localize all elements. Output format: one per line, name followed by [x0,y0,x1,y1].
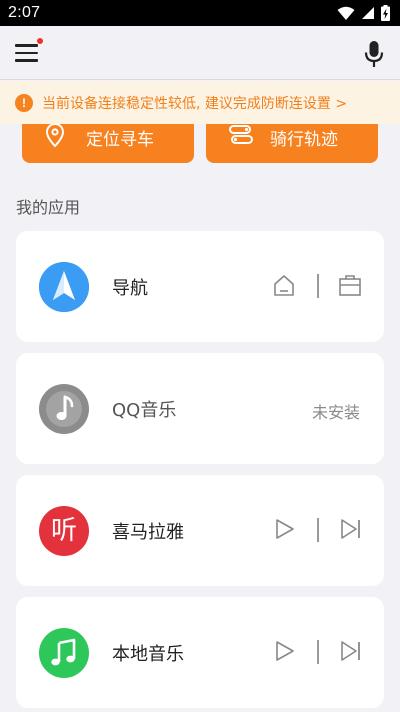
cell-signal-icon [362,7,374,19]
play-icon[interactable] [274,517,296,541]
app-name: 导航 [112,278,148,299]
riding-track-label: 骑行轨迹 [270,130,338,150]
notification-dot [37,38,43,44]
play-icon[interactable] [274,639,296,663]
warning-icon: ! [15,93,33,112]
app-card-qq-music[interactable]: QQ音乐 未安装 [16,353,384,464]
app-name: 本地音乐 [112,644,184,665]
wifi-icon [337,6,355,20]
battery-charging-icon [381,5,390,21]
music-note-icon [39,384,89,434]
status-bar: 2:07 [0,0,400,26]
status-time: 2:07 [8,4,41,21]
connection-warning-banner[interactable]: ! 当前设备连接稳定性较低, 建议完成防断连设置 > [0,81,400,124]
navigation-arrow-icon [39,262,89,312]
menu-button[interactable] [15,38,43,64]
location-pin-icon [45,123,65,148]
status-icons [337,5,390,21]
route-icon [229,125,253,144]
briefcase-icon[interactable] [338,273,362,297]
control-divider [317,640,319,664]
control-divider [317,518,319,542]
section-title: 我的应用 [16,198,81,217]
app-name: QQ音乐 [112,400,177,421]
banner-text: 当前设备连接稳定性较低, 建议完成防断连设置 > [42,95,348,112]
control-divider [317,274,319,298]
skip-next-icon[interactable] [340,639,362,663]
locate-bike-label: 定位寻车 [86,130,154,150]
ximalaya-ting-icon: 听 [39,506,89,556]
app-card-ximalaya[interactable]: 听 喜马拉雅 [16,475,384,586]
microphone-icon[interactable] [364,40,384,68]
app-card-navigation[interactable]: 导航 [16,231,384,342]
home-icon[interactable] [272,273,296,297]
skip-next-icon[interactable] [340,517,362,541]
app-name: 喜马拉雅 [112,522,184,543]
install-status: 未安装 [311,403,360,422]
app-card-local-music[interactable]: 本地音乐 [16,597,384,708]
ximalaya-glyph: 听 [50,516,77,546]
local-music-icon [39,628,89,678]
top-app-bar [0,26,400,80]
